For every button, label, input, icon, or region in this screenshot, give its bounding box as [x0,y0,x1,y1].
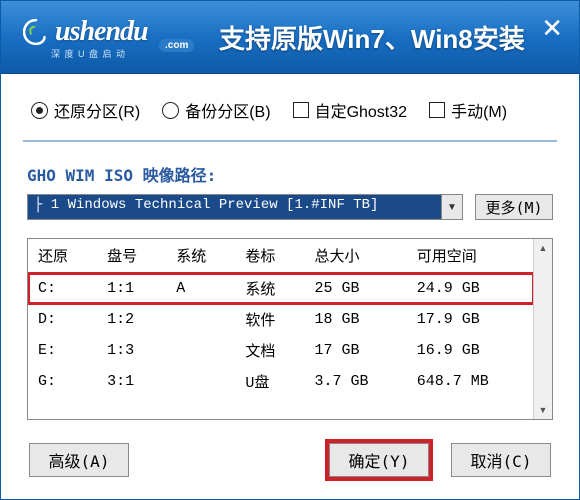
combobox-value: ├ 1 Windows Technical Preview [1.#INF TB… [28,195,441,219]
table-row[interactable]: C:1:1A系统25 GB24.9 GB [28,273,534,305]
checkbox-icon [293,102,309,118]
more-button[interactable]: 更多(M) [475,194,553,220]
cell-free: 16.9 GB [407,335,534,366]
app-window: ushendu .com 深 度 U 盘 启 动 支持原版Win7、Win8安装… [0,0,580,500]
logo: ushendu [19,15,148,49]
radio-icon [31,102,48,119]
checkbox-custom-ghost32[interactable]: 自定Ghost32 [293,98,408,122]
image-path-combobox[interactable]: ├ 1 Windows Technical Preview [1.#INF TB… [27,194,463,220]
ok-button[interactable]: 确定(Y) [329,443,429,477]
col-label[interactable]: 卷标 [235,239,304,273]
radio-backup-partition[interactable]: 备份分区(B) [162,98,270,122]
col-system[interactable]: 系统 [166,239,235,273]
col-disk[interactable]: 盘号 [97,239,166,273]
cell-total: 25 GB [305,273,407,305]
logo-text: ushendu [55,16,148,48]
col-free[interactable]: 可用空间 [407,239,534,273]
radio-label: 备份分区(B) [185,98,270,122]
cell-drive: D: [28,304,97,335]
partition-table-container: 还原 盘号 系统 卷标 总大小 可用空间 C:1:1A系统25 GB24.9 G… [27,238,553,420]
radio-label: 还原分区(R) [54,98,140,122]
cell-sys [166,366,235,397]
cell-drive: C: [28,273,97,305]
checkbox-icon [429,102,445,118]
cancel-button[interactable]: 取消(C) [451,443,551,477]
cell-total: 18 GB [305,304,407,335]
logo-subtitle: 深 度 U 盘 启 动 [51,47,126,60]
titlebar: ushendu .com 深 度 U 盘 启 动 支持原版Win7、Win8安装… [1,1,579,74]
table-row[interactable]: D:1:2 软件18 GB17.9 GB [28,304,534,335]
table-row[interactable]: E:1:3 文档17 GB16.9 GB [28,335,534,366]
table-row[interactable]: G:3:1 U盘3.7 GB648.7 MB [28,366,534,397]
right-button-group: 确定(Y) 取消(C) [329,443,551,477]
scroll-down-icon[interactable]: ▼ [534,401,552,419]
checkbox-label: 自定Ghost32 [315,98,408,122]
scroll-up-icon[interactable]: ▲ [534,239,552,257]
image-path-row: ├ 1 Windows Technical Preview [1.#INF TB… [27,194,553,220]
cell-label: 系统 [235,273,304,305]
radio-restore-partition[interactable]: 还原分区(R) [31,98,140,122]
close-button[interactable]: ✕ [541,15,563,41]
mode-options-row: 还原分区(R) 备份分区(B) 自定Ghost32 手动(M) [23,74,557,142]
cell-sys [166,304,235,335]
cell-label: 文档 [235,335,304,366]
checkbox-manual[interactable]: 手动(M) [429,98,507,122]
tagline: 支持原版Win7、Win8安装 [219,19,525,56]
table-header-row: 还原 盘号 系统 卷标 总大小 可用空间 [28,239,534,273]
cell-free: 648.7 MB [407,366,534,397]
footer-buttons: 高级(A) 确定(Y) 取消(C) [29,443,551,477]
cell-free: 17.9 GB [407,304,534,335]
cell-disk: 3:1 [97,366,166,397]
partition-table: 还原 盘号 系统 卷标 总大小 可用空间 C:1:1A系统25 GB24.9 G… [28,239,534,397]
cell-sys: A [166,273,235,305]
cell-total: 17 GB [305,335,407,366]
col-total[interactable]: 总大小 [305,239,407,273]
body-panel: 还原分区(R) 备份分区(B) 自定Ghost32 手动(M) GHO WIM … [1,74,579,420]
cell-sys [166,335,235,366]
cell-disk: 1:1 [97,273,166,305]
cell-label: U盘 [235,366,304,397]
cell-free: 24.9 GB [407,273,534,305]
col-restore[interactable]: 还原 [28,239,97,273]
scrollbar[interactable]: ▲ ▼ [533,239,552,419]
logo-com: .com [159,39,194,52]
checkbox-label: 手动(M) [451,98,507,122]
radio-icon [162,102,179,119]
cell-disk: 1:3 [97,335,166,366]
chevron-down-icon[interactable]: ▼ [441,195,462,219]
image-path-label: GHO WIM ISO 映像路径: [27,162,553,186]
cell-disk: 1:2 [97,304,166,335]
advanced-button[interactable]: 高级(A) [29,443,129,477]
cell-total: 3.7 GB [305,366,407,397]
cell-label: 软件 [235,304,304,335]
cell-drive: E: [28,335,97,366]
logo-swirl-icon [19,15,53,49]
cell-drive: G: [28,366,97,397]
